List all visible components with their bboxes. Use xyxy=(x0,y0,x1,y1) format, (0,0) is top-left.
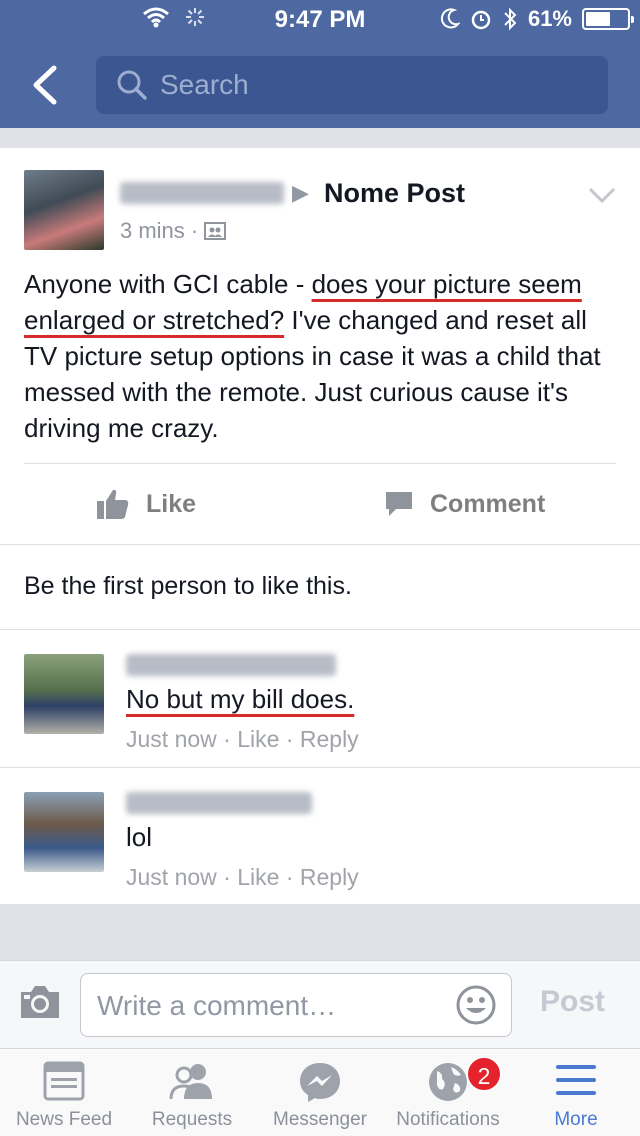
comment-button[interactable]: Comment xyxy=(384,484,545,524)
comment-label: Comment xyxy=(430,489,546,518)
section-divider xyxy=(0,629,640,630)
post-body: Anyone with GCI cable - does your pictur… xyxy=(24,266,620,446)
moon-icon xyxy=(440,8,460,29)
feed-background xyxy=(0,904,640,960)
notifications-icon xyxy=(429,1063,467,1101)
section-divider xyxy=(0,544,640,545)
tab-label: News Feed xyxy=(15,1109,113,1130)
tab-news-feed[interactable]: News Feed xyxy=(0,1049,128,1136)
likes-summary: Be the first person to like this. xyxy=(24,572,352,600)
status-right: 61% xyxy=(440,6,634,32)
post-divider xyxy=(24,463,616,464)
chevron-down-icon[interactable] xyxy=(588,186,616,204)
comment-text: No but my bill does. xyxy=(126,684,355,714)
comment-meta: Just now · Like · Reply xyxy=(126,726,359,753)
comment-meta: Just now · Like · Reply xyxy=(126,864,359,891)
comment-time: Just now xyxy=(126,864,217,890)
tab-more[interactable]: More xyxy=(512,1049,640,1136)
tab-label: More xyxy=(554,1109,598,1130)
comment-time: Just now xyxy=(126,726,217,752)
tab-messenger[interactable]: Messenger xyxy=(256,1049,384,1136)
search-input[interactable] xyxy=(160,66,580,104)
dot-separator: · xyxy=(223,864,238,890)
comment-text: lol xyxy=(126,822,153,852)
post-card: ▶ Nome Post 3 mins · Anyone with GCI cab… xyxy=(0,148,640,904)
thumbs-up-icon xyxy=(97,489,129,519)
shared-to-arrow-icon: ▶ xyxy=(292,180,309,205)
tab-label: Messenger xyxy=(273,1109,367,1130)
bottom-tab-bar: News Feed Requests Messenger Notificatio… xyxy=(0,1048,640,1136)
dot-separator: · xyxy=(223,726,238,752)
comment-bubble-icon xyxy=(386,492,412,516)
requests-icon xyxy=(169,1064,212,1100)
notification-badge: 2 xyxy=(466,1056,502,1092)
status-bar: 9:47 PM 61% xyxy=(0,0,640,40)
battery-percent: 61% xyxy=(527,6,572,31)
comment-reply-link[interactable]: Reply xyxy=(300,864,359,890)
bluetooth-icon xyxy=(504,7,517,31)
back-arrow-icon[interactable] xyxy=(26,62,66,108)
post-button[interactable]: Post xyxy=(540,985,605,1019)
commenter-avatar[interactable] xyxy=(24,654,104,734)
alarm-icon xyxy=(471,10,491,30)
dot-separator: · xyxy=(285,726,300,752)
smiley-icon[interactable] xyxy=(455,984,497,1026)
tab-label: Requests xyxy=(151,1109,233,1130)
search-bar[interactable] xyxy=(96,56,608,114)
dot-separator: · xyxy=(190,218,205,243)
comment-like-link[interactable]: Like xyxy=(237,864,279,890)
tab-label: Notifications xyxy=(396,1109,500,1130)
post-timestamp: 3 mins · xyxy=(120,218,227,244)
battery-icon xyxy=(582,8,634,30)
news-feed-icon xyxy=(43,1061,85,1101)
comment-reply-link[interactable]: Reply xyxy=(300,726,359,752)
camera-icon[interactable] xyxy=(18,983,62,1021)
tab-requests[interactable]: Requests xyxy=(128,1049,256,1136)
post-text-before: Anyone with GCI cable - xyxy=(24,269,312,299)
more-icon xyxy=(556,1065,596,1095)
post-time-text: 3 mins xyxy=(120,218,185,243)
comment-input[interactable] xyxy=(97,986,437,1026)
author-avatar[interactable] xyxy=(24,170,104,250)
comment-composer: Post xyxy=(0,960,640,1048)
messenger-icon xyxy=(300,1063,340,1102)
search-icon xyxy=(117,70,147,100)
battery-fill xyxy=(586,12,610,26)
comment-field[interactable] xyxy=(80,973,512,1037)
like-label: Like xyxy=(146,489,197,518)
like-button[interactable]: Like xyxy=(96,484,196,524)
commenter-name-blurred[interactable] xyxy=(126,792,336,819)
group-audience-icon xyxy=(204,222,227,240)
commenter-name-blurred[interactable] xyxy=(126,654,336,681)
comment-like-link[interactable]: Like xyxy=(237,726,279,752)
app-header: 9:47 PM 61% xyxy=(0,0,640,128)
author-name-blurred[interactable] xyxy=(120,182,284,209)
dot-separator: · xyxy=(285,864,300,890)
commenter-avatar[interactable] xyxy=(24,792,104,872)
section-divider xyxy=(0,767,640,768)
group-name[interactable]: Nome Post xyxy=(324,178,465,209)
